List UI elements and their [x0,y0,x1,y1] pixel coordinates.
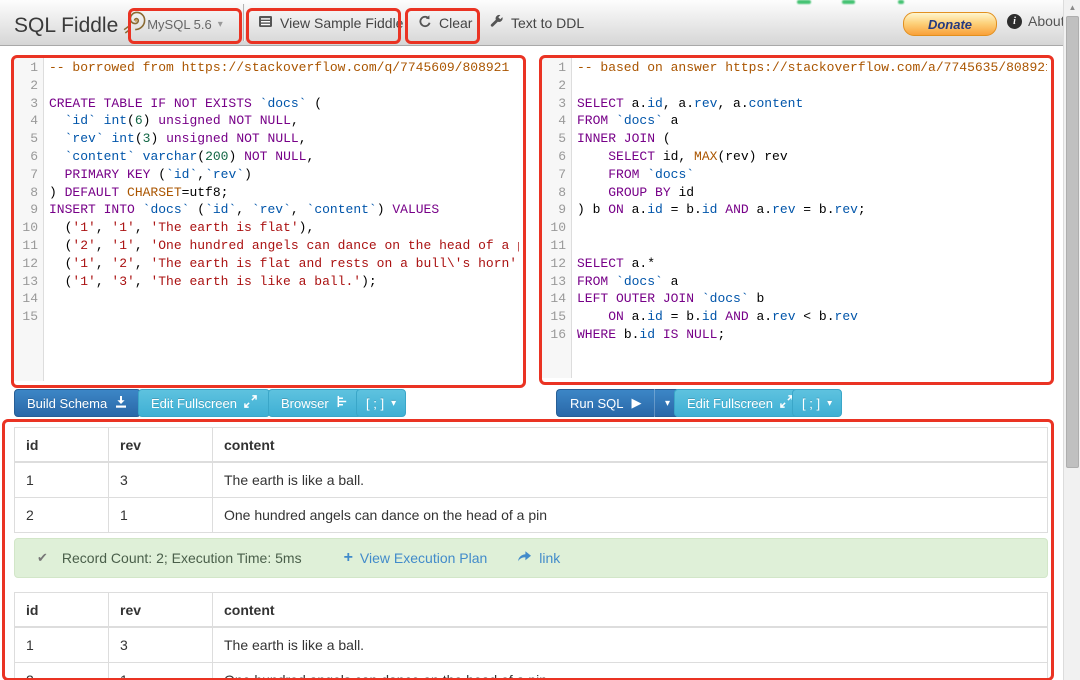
column-header-content: content [213,593,1048,628]
toolbar-divider [243,4,245,41]
table-row: 21One hundred angels can dance on the he… [15,498,1048,533]
table-cell: 1 [15,462,109,498]
result-table-2: idrevcontent13The earth is like a ball.2… [14,592,1048,680]
browser-label: Browser [281,396,329,411]
terminator-label-left: [ ; ] [366,396,384,411]
clear-label: Clear [439,15,472,31]
refresh-icon [417,14,432,32]
view-execution-plan-label: View Execution Plan [360,550,487,566]
terminator-label-right: [ ; ] [802,396,820,411]
view-sample-fiddle-button[interactable]: View Sample Fiddle [258,10,403,36]
table-cell: One hundred angels can dance on the head… [213,498,1048,533]
top-toolbar: SQL Fiddle MySQL 5.6 ▾ View Sample Fiddl… [0,0,1063,46]
play-icon: ▶ [631,395,641,411]
query-code-area[interactable]: -- based on answer https://stackoverflow… [572,57,1047,378]
wrench-icon [489,14,504,32]
query-editor[interactable]: 12345678910111213141516 -- based on answ… [542,57,1047,378]
cropped-mark [797,0,811,4]
table-header-row: idrevcontent [15,593,1048,628]
share-link-label: link [539,550,560,566]
fullscreen-icon [244,395,257,411]
about-button[interactable]: i About [1007,13,1065,29]
table-cell: 1 [15,627,109,663]
sql-fiddle-app: SQL Fiddle MySQL 5.6 ▾ View Sample Fiddl… [0,0,1080,680]
run-sql-button[interactable]: Run SQL ▶ [556,389,654,417]
build-schema-label: Build Schema [27,396,107,411]
run-sql-split-button: Run SQL ▶ ▾ [556,389,680,417]
result-table-1: idrevcontent13The earth is like a ball.2… [14,427,1048,533]
table-header-row: idrevcontent [15,428,1048,463]
terminator-dropdown-right[interactable]: [ ; ] ▾ [792,389,842,417]
schema-code-area[interactable]: -- borrowed from https://stackoverflow.c… [44,57,519,381]
column-header-rev: rev [109,593,213,628]
plus-icon: + [344,549,353,567]
table-cell: One hundred angels can dance on the head… [213,663,1048,680]
table-cell: 3 [109,462,213,498]
query-line-numbers: 12345678910111213141516 [542,57,572,378]
column-header-rev: rev [109,428,213,463]
app-title: SQL Fiddle [14,14,118,38]
chevron-down-icon: ▾ [218,19,223,30]
text-to-ddl-button[interactable]: Text to DDL [489,10,584,36]
execution-status-bar: ✔ Record Count: 2; Execution Time: 5ms +… [14,538,1048,578]
clear-button[interactable]: Clear [417,10,472,36]
app-logo: SQL Fiddle [14,9,150,42]
table-row: 21One hundred angels can dance on the he… [15,663,1048,680]
page-scrollbar: ▲ [1063,0,1080,680]
info-icon: i [1007,14,1022,29]
run-sql-label: Run SQL [570,396,623,411]
table-cell: 2 [15,498,109,533]
edit-fullscreen-right-button[interactable]: Edit Fullscreen [674,389,806,417]
caret-down-icon: ▾ [665,398,670,409]
db-version-label: MySQL 5.6 [147,17,212,32]
schema-line-numbers: 123456789101112131415 [14,57,44,381]
caret-down-icon: ▾ [391,398,396,409]
share-link[interactable]: link [517,550,560,566]
check-icon: ✔ [37,550,48,566]
edit-fullscreen-left-button[interactable]: Edit Fullscreen [138,389,270,417]
donate-button[interactable]: Donate [903,12,997,36]
schema-editor[interactable]: 123456789101112131415 -- borrowed from h… [14,57,519,381]
scrollbar-up-arrow[interactable]: ▲ [1064,0,1080,15]
share-arrow-icon [517,550,532,566]
table-cell: 3 [109,627,213,663]
about-label: About [1028,13,1065,29]
column-header-id: id [15,428,109,463]
cropped-mark [898,0,904,4]
terminator-dropdown-left[interactable]: [ ; ] ▾ [356,389,406,417]
table-cell: The earth is like a ball. [213,627,1048,663]
list-icon [258,14,273,32]
edit-fullscreen-left-label: Edit Fullscreen [151,396,237,411]
record-count-text: Record Count: 2; Execution Time: 5ms [62,550,302,566]
table-cell: 1 [109,663,213,680]
view-execution-plan-link[interactable]: + View Execution Plan [344,549,488,567]
table-cell: 1 [109,498,213,533]
build-schema-button[interactable]: Build Schema [14,389,141,417]
table-cell: The earth is like a ball. [213,462,1048,498]
db-version-dropdown[interactable]: MySQL 5.6 ▾ [136,11,234,37]
table-row: 13The earth is like a ball. [15,462,1048,498]
text-to-ddl-label: Text to DDL [511,15,584,31]
cropped-mark [842,0,855,4]
edit-fullscreen-right-label: Edit Fullscreen [687,396,773,411]
view-sample-fiddle-label: View Sample Fiddle [280,15,403,31]
browser-button[interactable]: Browser [268,389,362,417]
table-cell: 2 [15,663,109,680]
tree-icon [336,395,349,411]
caret-down-icon: ▾ [827,398,832,409]
donate-label: Donate [928,17,972,32]
download-icon [114,395,128,412]
column-header-content: content [213,428,1048,463]
table-row: 13The earth is like a ball. [15,627,1048,663]
column-header-id: id [15,593,109,628]
scrollbar-thumb[interactable] [1066,16,1079,468]
